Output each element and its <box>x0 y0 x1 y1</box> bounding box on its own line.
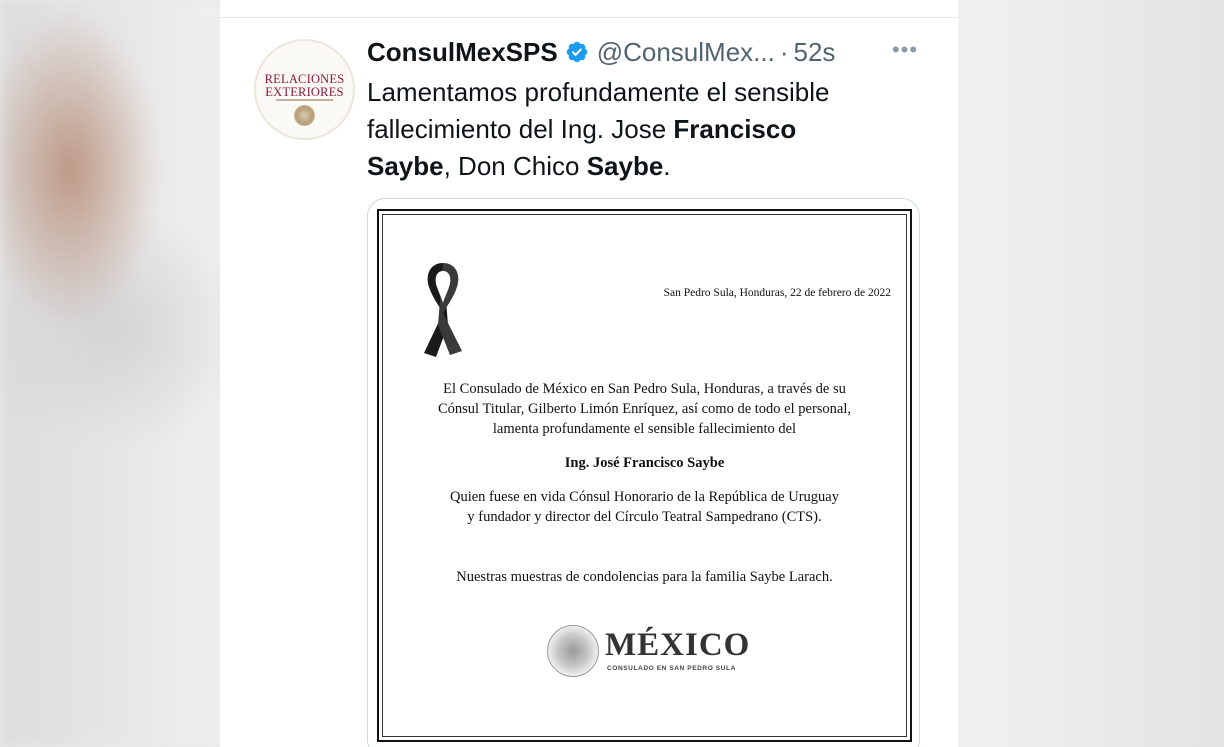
card-paragraph-intro: El Consulado de México en San Pedro Sula… <box>383 379 906 439</box>
logo-wordmark: MÉXICO <box>605 627 751 663</box>
avatar-tagline-bar <box>276 99 333 101</box>
timestamp[interactable]: 52s <box>794 37 836 68</box>
black-ribbon-icon <box>424 263 462 357</box>
logo-subtitle: CONSULADO EN SAN PEDRO SULA <box>607 665 736 672</box>
card-line: lamenta profundamente el sensible fallec… <box>492 421 797 437</box>
verified-badge-icon <box>566 41 587 63</box>
condolence-card: San Pedro Sula, Honduras, 22 de febrero … <box>377 209 912 742</box>
card-line: Cónsul Titular, Gilberto Limón Enríquez,… <box>437 401 852 417</box>
background-right <box>958 0 1224 747</box>
card-line: Quien fuese en vida Cónsul Honorario de … <box>450 489 839 505</box>
avatar[interactable]: RELACIONES EXTERIORES <box>254 39 355 140</box>
blurred-background-left <box>0 0 220 747</box>
tweet-header: ConsulMexSPS @ConsulMex... · 52s <box>367 34 835 70</box>
card-line: y fundador y director del Círculo Teatra… <box>467 509 822 525</box>
card-inner-border: San Pedro Sula, Honduras, 22 de febrero … <box>382 214 907 737</box>
display-name[interactable]: ConsulMexSPS <box>367 37 558 68</box>
tweet-media-image[interactable]: San Pedro Sula, Honduras, 22 de febrero … <box>367 198 920 747</box>
tweet-text-part: , Don Chico <box>443 151 587 181</box>
avatar-text-line2: EXTERIORES <box>265 85 344 99</box>
tweet-text: Lamentamos profundamente el sensible fal… <box>367 74 887 185</box>
separator-dot: · <box>779 36 789 67</box>
mexico-seal-icon <box>547 625 599 677</box>
divider <box>220 17 958 18</box>
tweet-text-bold: Saybe <box>367 151 444 181</box>
tweet-panel: RELACIONES EXTERIORES ConsulMexSPS @Cons… <box>220 0 958 747</box>
user-handle[interactable]: @ConsulMex... <box>597 37 775 68</box>
tweet-text-bold: Saybe <box>586 151 664 181</box>
tweet-text-part: . <box>663 151 671 181</box>
tweet-text-bold: Francisco <box>673 114 797 144</box>
card-date: San Pedro Sula, Honduras, 22 de febrero … <box>663 287 891 299</box>
more-options-icon[interactable]: ••• <box>890 37 920 67</box>
card-condolences: Nuestras muestras de condolencias para l… <box>456 569 833 585</box>
avatar-seal-icon <box>294 105 315 126</box>
card-paragraph-bio: Quien fuese en vida Cónsul Honorario de … <box>383 487 906 527</box>
card-deceased-name: Ing. José Francisco Saybe <box>564 455 725 471</box>
card-line: El Consulado de México en San Pedro Sula… <box>443 381 846 397</box>
